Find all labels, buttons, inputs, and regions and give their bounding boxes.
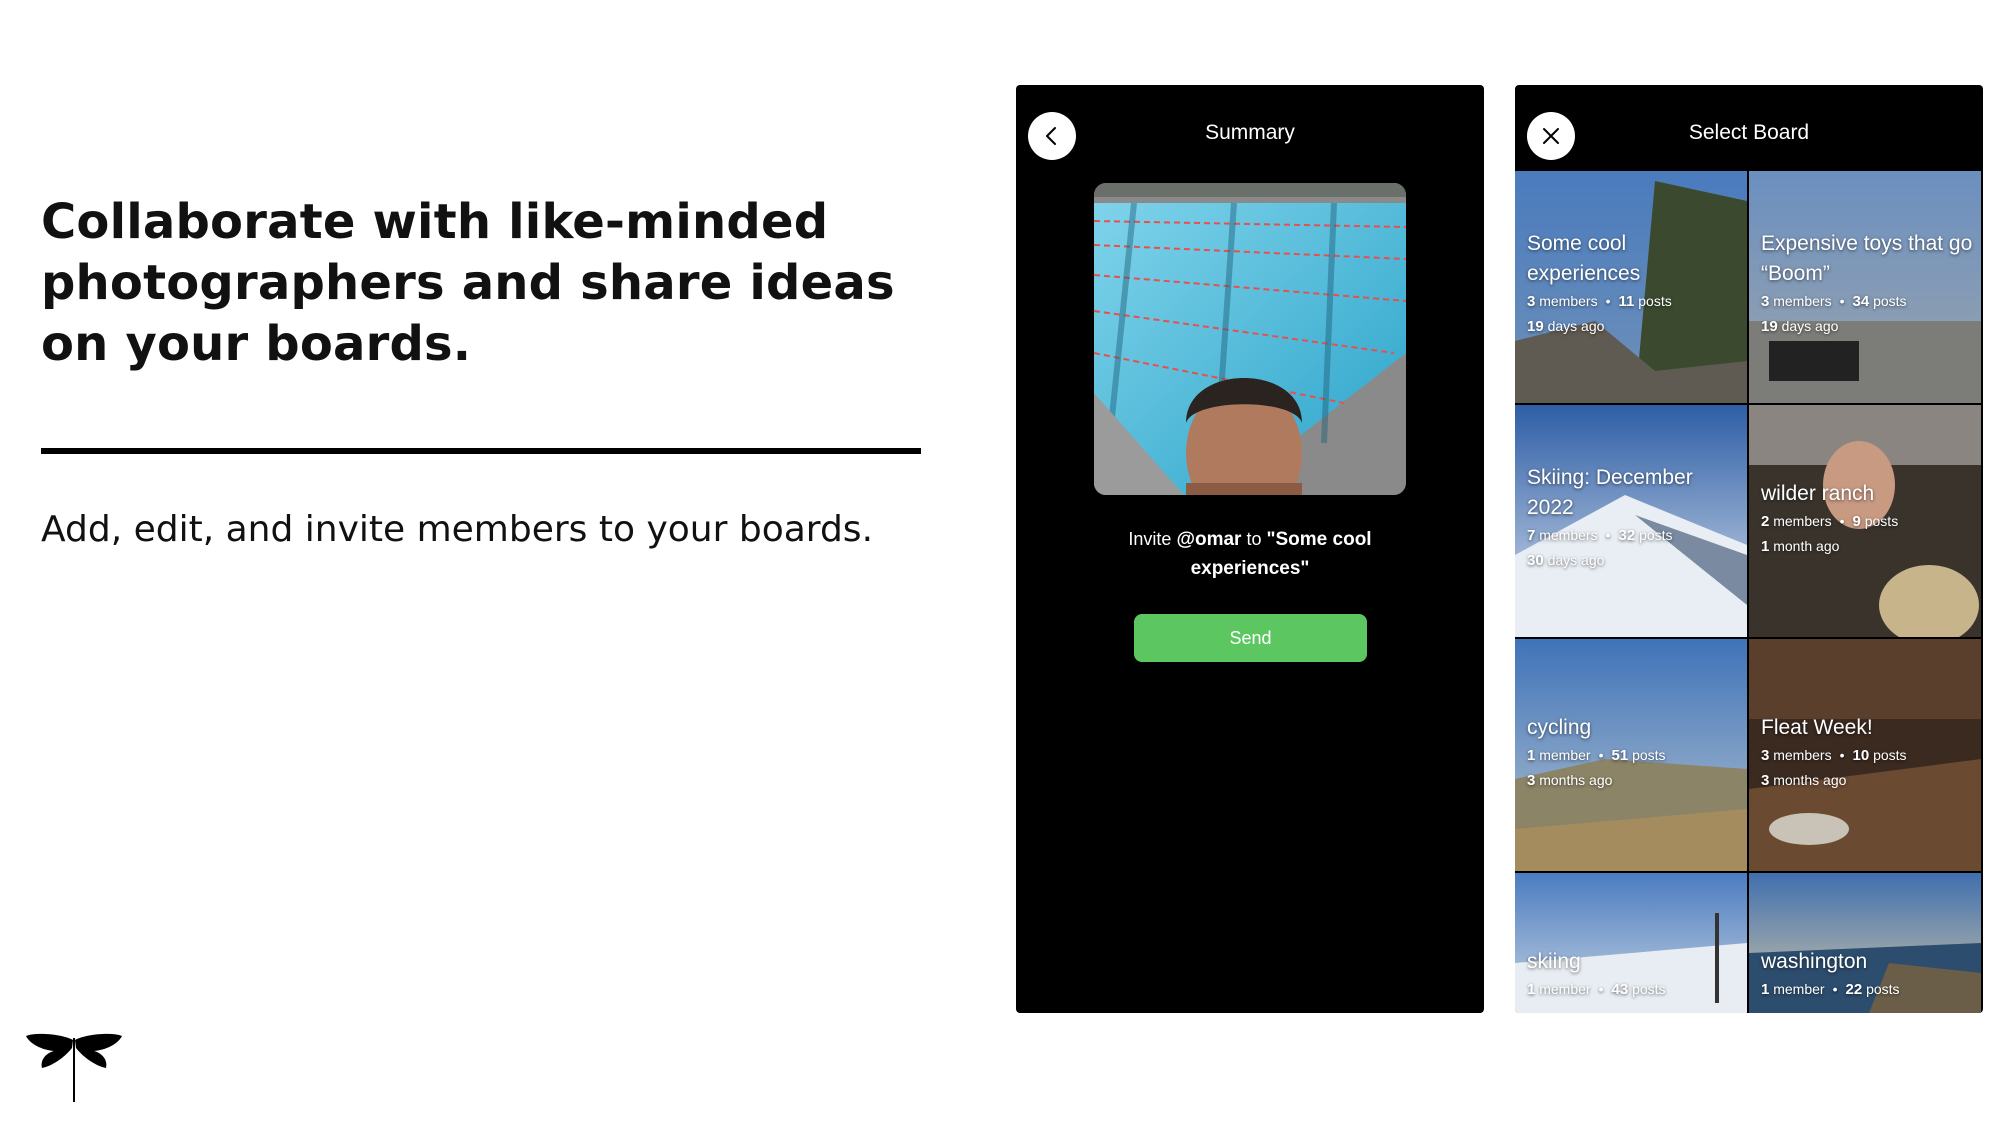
posts-count: 51 [1611, 747, 1629, 764]
board-age: 19 days ago [1761, 314, 1973, 339]
board-meta: 1 member • 51 posts [1527, 743, 1739, 768]
age-word: days ago [1781, 318, 1839, 334]
members-word: members [1773, 513, 1832, 529]
send-button[interactable]: Send [1134, 614, 1367, 662]
age-count: 1 [1761, 538, 1770, 555]
dragonfly-logo [26, 1033, 122, 1102]
members-word: member [1539, 981, 1591, 997]
board-name: washington [1761, 950, 1868, 973]
board-tile[interactable]: skiing 1 member • 43 posts [1515, 873, 1747, 1013]
board-tile[interactable]: Skiing: December 2022 7 members • 32 posts… [1515, 405, 1747, 637]
posts-word: posts [1639, 527, 1673, 543]
separator-dot: • [1605, 293, 1611, 309]
board-meta: 1 member • 43 posts [1527, 977, 1739, 1002]
board-tile[interactable]: Expensive toys that go “Boom” 3 members •… [1749, 171, 1981, 403]
board-age: 3 months ago [1761, 768, 1973, 793]
board-name: Skiing: December 2022 [1527, 466, 1693, 519]
board-name: wilder ranch [1761, 482, 1875, 505]
members-count: 1 [1527, 747, 1536, 764]
members-count: 3 [1527, 293, 1536, 310]
board-name: cycling [1527, 716, 1592, 739]
board-age: 1 month ago [1761, 534, 1973, 559]
board-name: Fleat Week! [1761, 716, 1873, 739]
board-age: 30 days ago [1527, 548, 1739, 573]
age-count: 19 [1761, 318, 1778, 335]
members-count: 1 [1761, 981, 1770, 998]
members-count: 1 [1527, 981, 1536, 998]
members-word: members [1773, 747, 1832, 763]
posts-word: posts [1873, 293, 1907, 309]
age-count: 3 [1761, 772, 1770, 789]
separator-dot: • [1598, 747, 1604, 763]
invite-user: @omar [1176, 529, 1242, 550]
subhead: Add, edit, and invite members to your bo… [41, 509, 874, 550]
members-word: members [1539, 527, 1598, 543]
age-word: month ago [1773, 538, 1840, 554]
board-tile[interactable]: washington 1 member • 22 posts [1749, 873, 1981, 1013]
age-word: months ago [1773, 772, 1847, 788]
members-count: 7 [1527, 527, 1536, 544]
age-word: months ago [1539, 772, 1613, 788]
board-meta: 1 member • 22 posts [1761, 977, 1973, 1002]
age-word: days ago [1547, 552, 1605, 568]
posts-word: posts [1866, 981, 1900, 997]
age-count: 3 [1527, 772, 1536, 789]
age-word: days ago [1547, 318, 1605, 334]
posts-count: 9 [1852, 513, 1861, 530]
board-meta: 2 members • 9 posts [1761, 509, 1973, 534]
separator-dot: • [1839, 513, 1845, 529]
board-name: Some cool experiences [1527, 232, 1641, 285]
members-word: member [1773, 981, 1825, 997]
board-tile[interactable]: cycling 1 member • 51 posts 3 months ago [1515, 639, 1747, 871]
separator-dot: • [1598, 981, 1604, 997]
posts-word: posts [1632, 747, 1666, 763]
select-board-screen: Select Board Some cool experiences 3 mem… [1515, 85, 1983, 1013]
board-age: 19 days ago [1527, 314, 1739, 339]
board-meta: 7 members • 32 posts [1527, 523, 1739, 548]
divider [41, 448, 921, 454]
age-count: 30 [1527, 552, 1544, 569]
invite-to: to [1246, 529, 1262, 549]
posts-count: 11 [1618, 293, 1635, 310]
members-word: member [1539, 747, 1591, 763]
select-title: Select Board [1688, 121, 1810, 144]
board-name: skiing [1527, 950, 1581, 973]
posts-word: posts [1873, 747, 1907, 763]
separator-dot: • [1839, 293, 1845, 309]
board-tile[interactable]: Fleat Week! 3 members • 10 posts 3 months … [1749, 639, 1981, 871]
posts-count: 32 [1618, 527, 1636, 544]
posts-count: 22 [1845, 981, 1863, 998]
posts-word: posts [1864, 513, 1899, 529]
posts-count: 43 [1611, 981, 1629, 998]
board-meta: 3 members • 10 posts [1761, 743, 1973, 768]
board-name: Expensive toys that go “Boom” [1761, 232, 1973, 285]
posts-word: posts [1638, 293, 1672, 309]
invite-prefix: Invite [1128, 529, 1172, 549]
separator-dot: • [1832, 981, 1838, 997]
members-count: 2 [1761, 513, 1770, 530]
summary-screen: Summary Invite @omar to "Some cool exper… [1016, 85, 1484, 1013]
board-tile[interactable]: wilder ranch 2 members • 9 posts 1 month a… [1749, 405, 1981, 637]
separator-dot: • [1605, 527, 1611, 543]
invite-message: Invite @omar to "Some cool experiences" [1076, 525, 1424, 583]
board-cover-photo [1094, 183, 1406, 495]
posts-count: 34 [1852, 293, 1870, 310]
board-tile[interactable]: Some cool experiences 3 members • 11 posts… [1515, 171, 1747, 403]
separator-dot: • [1839, 747, 1845, 763]
select-top-bar: Select Board [1515, 85, 1983, 171]
members-word: members [1539, 293, 1598, 309]
members-count: 3 [1761, 747, 1770, 764]
members-word: members [1773, 293, 1832, 309]
headline: Collaborate with like-minded photographe… [41, 194, 895, 372]
board-meta: 3 members • 11 posts [1527, 289, 1739, 314]
age-count: 19 [1527, 318, 1544, 335]
summary-top-bar: Summary [1016, 85, 1484, 171]
posts-word: posts [1632, 981, 1666, 997]
summary-title: Summary [1205, 121, 1295, 144]
board-meta: 3 members • 34 posts [1761, 289, 1973, 314]
board-age: 3 months ago [1527, 768, 1739, 793]
members-count: 3 [1761, 293, 1770, 310]
posts-count: 10 [1852, 747, 1870, 764]
